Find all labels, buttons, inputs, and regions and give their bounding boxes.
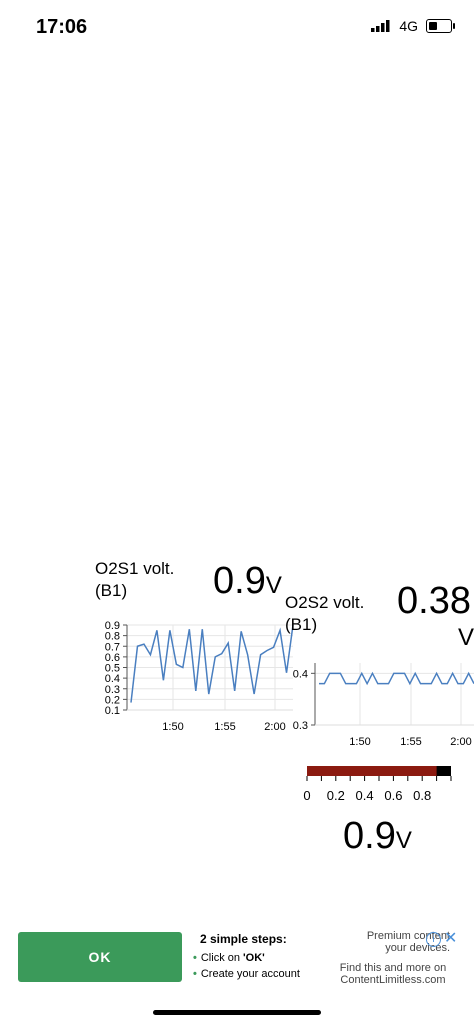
find-more-text[interactable]: Find this and more on ContentLimitless.c…: [330, 962, 456, 986]
step-1-text: Click on: [200, 952, 244, 964]
bar-tick-label: 0.2: [327, 788, 345, 803]
gauge1-label-line1: O2S1 volt.: [95, 559, 175, 578]
find-line2: ContentLimitless.com: [340, 974, 446, 986]
o2s1-chart: 0.90.80.70.60.50.40.30.20.11:50 1:55 2:00: [105, 620, 294, 733]
o2s1-series-line: [130, 624, 294, 703]
bar-tick-label: 0.4: [356, 788, 374, 803]
gauge2-value: 0.38: [397, 580, 471, 622]
status-indicators: 4G: [371, 18, 455, 34]
bar-tick-label: 0: [303, 788, 310, 803]
o2s1-x-tick-label: 1:55: [214, 721, 235, 733]
find-line1: Find this and more on: [339, 962, 447, 974]
gauge1-readout: 0.9V: [213, 560, 282, 603]
battery-icon: [426, 19, 455, 33]
steps-title: 2 simple steps:: [200, 932, 287, 946]
o2s2-x-tick-label: 2:00: [450, 736, 471, 748]
o2s1-x-tick-label: 1:50: [162, 721, 183, 733]
bar-fill: [307, 766, 437, 776]
close-icon[interactable]: ✕: [444, 928, 457, 948]
step-1: • Click on 'OK': [193, 952, 265, 964]
signal-icon: [371, 20, 390, 32]
o2s2-series-line: [319, 671, 474, 686]
gauge2-label-line2: (B1): [285, 615, 318, 634]
step-1-bold: 'OK': [243, 952, 265, 964]
voltage-bar-gauge: 0 0.2 0.4 0.6 0.8: [303, 766, 452, 803]
gauge1-label-line2: (B1): [95, 581, 128, 600]
o2s2-y-tick-label: 0.4: [293, 668, 308, 680]
gauge3-unit: V: [395, 827, 412, 854]
gauge3-value: 0.9: [343, 815, 396, 857]
o2s2-x-tick-label: 1:55: [400, 736, 421, 748]
bullet-icon: •: [193, 952, 197, 964]
status-time: 17:06: [36, 16, 88, 38]
bar-tick-label: 0.8: [413, 788, 431, 803]
gauge2-label: O2S2 volt. (B1): [285, 592, 364, 636]
step-2-text: Create your account: [200, 968, 300, 980]
bullet-icon: •: [193, 968, 197, 980]
gauge1-unit: V: [265, 572, 282, 599]
gauge2-label-line1: O2S2 volt.: [285, 593, 365, 612]
step-2: • Create your account: [193, 968, 300, 980]
bar-tick-label: 0.6: [384, 788, 402, 803]
o2s1-y-tick-label: 0.1: [105, 705, 120, 717]
gauge3-readout: 0.9V: [343, 815, 412, 858]
o2s2-x-tick-label: 1:50: [349, 736, 370, 748]
home-indicator[interactable]: [153, 1010, 321, 1015]
gauge1-label: O2S1 volt. (B1): [95, 558, 174, 602]
gauge1-value: 0.9: [213, 560, 266, 602]
o2s2-y-tick-label: 0.3: [293, 720, 308, 732]
o2s2-chart: 0.4 0.3 1:50 1:55 2:00: [293, 663, 474, 748]
o2s1-x-tick-label: 2:00: [264, 721, 285, 733]
gauge2-unit: V: [458, 624, 474, 651]
info-icon[interactable]: i: [426, 932, 441, 947]
ok-button[interactable]: OK: [18, 932, 182, 982]
network-type: 4G: [399, 18, 418, 34]
